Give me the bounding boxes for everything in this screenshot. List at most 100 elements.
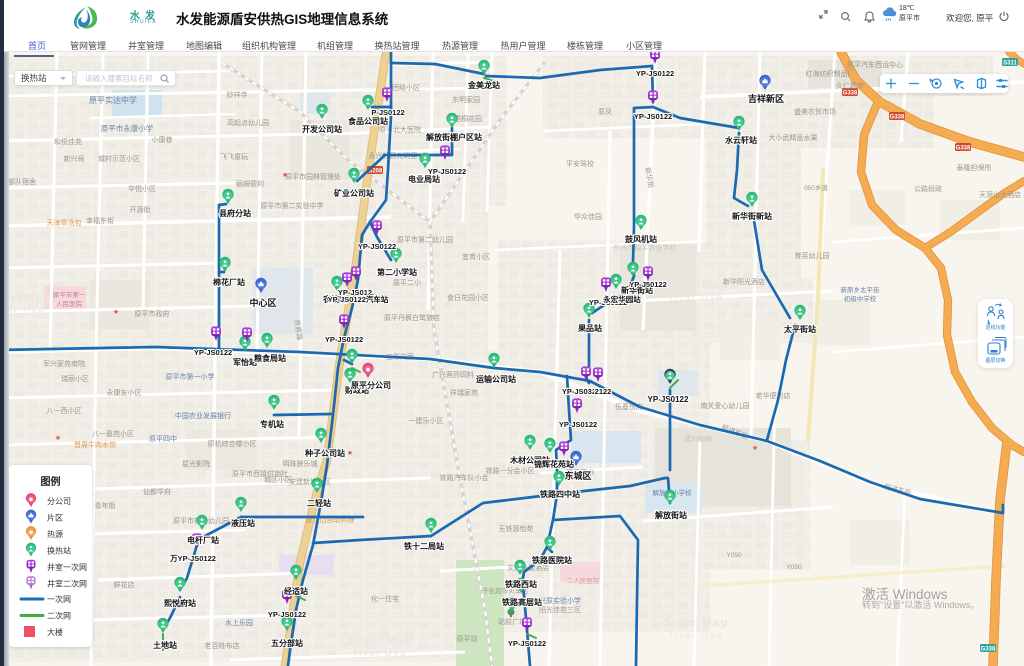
svg-text:东城区: 东城区 [564, 470, 591, 481]
svg-text:开发公司站: 开发公司站 [302, 124, 342, 134]
svg-text:铁路医院站: 铁路医院站 [532, 555, 572, 565]
svg-text:YP-JS0122汽车站: YP-JS0122汽车站 [328, 294, 389, 304]
svg-text:原平市第二幼儿园: 原平市第二幼儿园 [397, 235, 453, 244]
svg-text:锦辉花苑站: 锦辉花苑站 [534, 459, 574, 469]
svg-text:新华阳光酒店: 新华阳光酒店 [723, 277, 765, 286]
svg-text:YP-JS0122: YP-JS0122 [358, 242, 396, 251]
svg-text:SuperMap: SuperMap [663, 277, 729, 291]
svg-text:站前广场: 站前广场 [498, 617, 526, 626]
svg-text:飞飞童玩: 飞飞童玩 [220, 152, 248, 161]
svg-text:YP-J50122: YP-J50122 [629, 280, 667, 289]
svg-text:YP-JS0122: YP-JS0122 [636, 69, 674, 78]
svg-text:Y050: Y050 [726, 552, 742, 559]
svg-text:原平市第一: 原平市第一 [53, 290, 86, 299]
svg-text:梧桐花园: 梧桐花园 [454, 114, 482, 123]
svg-text:原平实达中学: 原平实达中学 [89, 95, 137, 105]
svg-text:原凤: 原凤 [598, 108, 612, 116]
svg-text:明珠狭乐城: 明珠狭乐城 [283, 459, 318, 468]
svg-text:热源: 热源 [47, 529, 63, 539]
svg-text:老百姓布店: 老百姓布店 [205, 641, 240, 650]
svg-text:水上乐园: 水上乐园 [225, 618, 253, 627]
svg-text:原平丹枫白鹭旅店: 原平丹枫白鹭旅店 [384, 313, 440, 322]
svg-text:G338: G338 [843, 91, 858, 97]
svg-text:井室二次网: 井室二次网 [47, 579, 87, 589]
svg-text:YP-JS0122: YP-JS0122 [268, 610, 306, 619]
svg-text:高起点幼儿园: 高起点幼儿园 [227, 118, 269, 127]
svg-text:食日花园小区: 食日花园小区 [447, 293, 489, 302]
svg-text:宜育小区: 宜育小区 [462, 252, 490, 261]
svg-text:果品站: 果品站 [577, 323, 602, 333]
svg-text:原平站: 原平站 [457, 634, 478, 643]
svg-text:仙都华府: 仙都华府 [143, 487, 171, 496]
svg-text:G338: G338 [890, 115, 905, 121]
svg-text:兴原实验小学: 兴原实验小学 [539, 596, 581, 605]
svg-text:开源街: 开源街 [130, 205, 151, 214]
svg-text:★: ★ [55, 434, 61, 442]
svg-text:广兴蓉药饲料: 广兴蓉药饲料 [432, 370, 474, 379]
svg-text:县府分站: 县府分站 [219, 208, 251, 218]
svg-text:和悦佳苑: 和悦佳苑 [54, 137, 82, 146]
svg-text:城村示范小区: 城村示范小区 [98, 154, 140, 163]
svg-text:二人民医院: 二人民医院 [567, 576, 600, 585]
svg-text:YP-JS0122: YP-JS0122 [194, 348, 232, 357]
svg-text:SuperMap: SuperMap [347, 633, 413, 647]
svg-text:第二小学站: 第二小学站 [377, 267, 417, 277]
svg-text:无铁源怡苑: 无铁源怡苑 [499, 524, 534, 533]
svg-text:南关爱心幼儿园: 南关爱心幼儿园 [701, 401, 750, 410]
svg-text:分公司: 分公司 [47, 497, 71, 506]
svg-text:G338: G338 [956, 146, 971, 152]
svg-text:棉花厂站: 棉花厂站 [213, 277, 245, 287]
svg-text:部队宿舍: 部队宿舍 [8, 177, 36, 186]
svg-text:泰隆担保所: 泰隆担保所 [957, 163, 992, 172]
svg-text:新华街新站: 新华街新站 [732, 211, 772, 221]
svg-text:★: ★ [113, 308, 119, 316]
svg-text:阳光佳苑三区: 阳光佳苑三区 [539, 605, 581, 614]
svg-text:解放街棚户区站: 解放街棚户区站 [426, 132, 482, 142]
svg-text:电杆厂站: 电杆厂站 [187, 535, 219, 545]
svg-text:新兴局: 新兴局 [64, 154, 85, 163]
svg-text:大楼: 大楼 [47, 627, 63, 637]
svg-text:青年街: 青年街 [95, 501, 116, 510]
svg-text:原机综合楼小区: 原机综合楼小区 [208, 439, 257, 448]
svg-text:五分部站: 五分部站 [271, 638, 303, 648]
svg-text:妙祥寺: 妙祥寺 [227, 90, 248, 99]
svg-text:YP-JS0122: YP-JS0122 [508, 639, 546, 648]
svg-text:大小武精品水果: 大小武精品水果 [769, 133, 818, 142]
svg-text:中国农业发展银行: 中国农业发展银行 [175, 411, 231, 420]
svg-text:运输公司站: 运输公司站 [476, 374, 516, 384]
svg-text:盛美农贸市场: 盛美农贸市场 [794, 107, 836, 116]
svg-text:金美龙站: 金美龙站 [467, 80, 500, 90]
svg-text:公路段政: 公路段政 [914, 184, 942, 193]
svg-text:专机站: 专机站 [260, 419, 284, 429]
svg-text:育英幼儿园: 育英幼儿园 [795, 251, 830, 260]
svg-text:天津章汤包: 天津章汤包 [47, 218, 82, 227]
svg-text:水云轩站: 水云轩站 [724, 135, 757, 145]
svg-text:铁路汽车队小会: 铁路汽车队小会 [440, 473, 489, 482]
svg-text:井室一次网: 井室一次网 [47, 562, 87, 572]
svg-text:初级中学校: 初级中学校 [844, 294, 877, 303]
svg-text:吉祥新区: 吉祥新区 [748, 93, 784, 104]
svg-text:幸福东街: 幸福东街 [86, 216, 114, 225]
svg-text:土地站: 土地站 [153, 640, 177, 650]
svg-text:原平市园林管理处: 原平市园林管理处 [285, 172, 341, 181]
svg-text:晋周牛肉水饺: 晋周牛肉水饺 [74, 440, 116, 449]
svg-text:铁路四中站: 铁路四中站 [540, 489, 580, 499]
svg-text:原平北大医院: 原平北大医院 [379, 125, 421, 134]
svg-text:军兴家苑南院: 军兴家苑南院 [43, 359, 85, 368]
svg-text:天涯山大酒店: 天涯山大酒店 [979, 190, 1021, 199]
svg-text:永康友小区: 永康友小区 [107, 388, 142, 397]
svg-text:八一嘉苑小区: 八一嘉苑小区 [92, 429, 134, 438]
svg-text:一次网: 一次网 [47, 594, 71, 604]
svg-text:铁十二局站: 铁十二局站 [404, 541, 444, 551]
svg-text:食品公司站: 食品公司站 [348, 116, 388, 126]
svg-text:片区: 片区 [47, 513, 63, 523]
svg-text:华众佳园: 华众佳园 [574, 212, 602, 221]
svg-text:Y050: Y050 [786, 564, 802, 571]
svg-text:换热站: 换热站 [47, 546, 71, 556]
svg-text:经适站: 经适站 [284, 586, 308, 596]
svg-text:人民医院: 人民医院 [56, 299, 83, 308]
svg-text:中心区: 中心区 [249, 297, 276, 308]
svg-text:鼓风机站: 鼓风机站 [625, 234, 657, 244]
svg-text:二次网: 二次网 [47, 611, 71, 621]
svg-text:久仁超市: 久仁超市 [836, 81, 864, 90]
